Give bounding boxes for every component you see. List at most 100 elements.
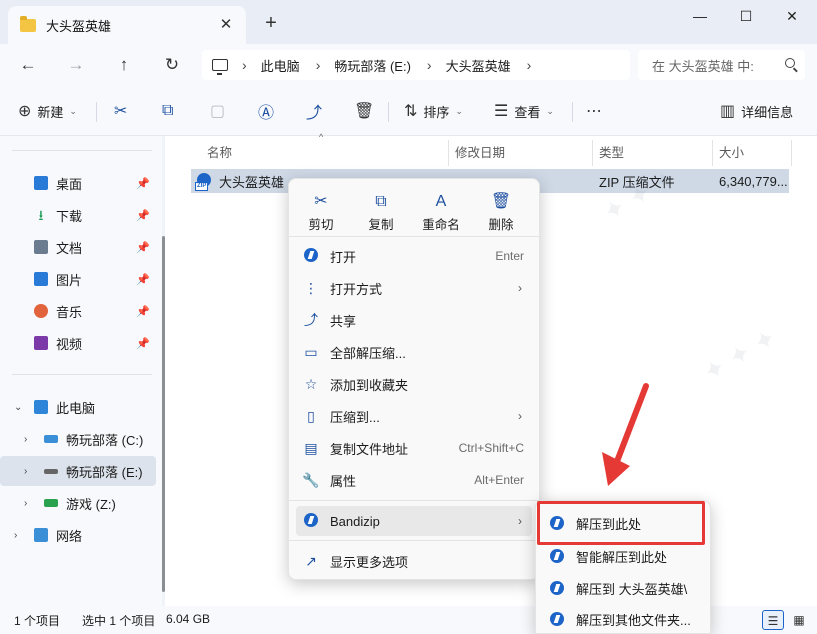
tab-active[interactable]: 大头盔英雄 ✕ bbox=[8, 6, 246, 44]
clipboard-icon: ▢ bbox=[210, 103, 226, 120]
back-button[interactable]: ← bbox=[14, 52, 42, 78]
sidebar-item-videos[interactable]: 视频 📌 bbox=[0, 328, 156, 358]
sidebar-divider bbox=[12, 374, 152, 375]
menu-item-show-more[interactable]: ↗ 显示更多选项 bbox=[296, 546, 532, 576]
sidebar-item-documents[interactable]: 文档 📌 bbox=[0, 232, 156, 262]
delete-action[interactable]: 🗑 删除 bbox=[474, 192, 528, 236]
address-bar[interactable]: › 此电脑 › 畅玩部落 (E:) › 大头盔英雄 › bbox=[202, 50, 630, 80]
menu-item-add-favorites[interactable]: ☆ 添加到收藏夹 bbox=[296, 369, 532, 399]
cut-label: 剪切 bbox=[308, 218, 334, 232]
chevron-right-icon[interactable]: › bbox=[24, 466, 27, 477]
forward-button[interactable]: → bbox=[62, 52, 90, 78]
more-options-button[interactable]: ⋯ bbox=[586, 98, 608, 124]
refresh-button[interactable]: ↻ bbox=[158, 52, 186, 78]
sidebar-item-drive-c[interactable]: › 畅玩部落 (C:) bbox=[0, 424, 156, 454]
delete-label: 删除 bbox=[488, 218, 514, 232]
cut-button[interactable]: ✂ bbox=[114, 98, 133, 124]
rename-action[interactable]: A 重命名 bbox=[414, 192, 468, 236]
sidebar-item-label: 桌面 bbox=[56, 176, 83, 192]
menu-item-open[interactable]: 打开 Enter bbox=[296, 241, 532, 271]
column-header-type[interactable]: 类型 bbox=[599, 140, 624, 166]
chevron-right-icon[interactable]: › bbox=[24, 434, 27, 445]
delete-button[interactable]: 🗑 bbox=[354, 98, 380, 124]
star-icon: ☆ bbox=[304, 375, 318, 392]
menu-item-extract-all[interactable]: ▭ 全部解压缩... bbox=[296, 337, 532, 367]
details-view-icon[interactable]: ☰ bbox=[762, 610, 784, 630]
menu-item-label: 打开 bbox=[330, 249, 357, 265]
sort-button[interactable]: ⇅ 排序 ⌄ bbox=[404, 98, 463, 124]
video-icon bbox=[34, 336, 48, 350]
cut-action[interactable]: ✂ 剪切 bbox=[294, 192, 348, 236]
minimize-button[interactable]: — bbox=[677, 5, 723, 27]
menu-item-share[interactable]: ⤴ 共享 bbox=[296, 305, 532, 335]
sidebar-item-label: 下载 bbox=[56, 208, 83, 224]
compress-icon: ▯ bbox=[307, 407, 315, 424]
menu-item-bandizip[interactable]: Bandizip › bbox=[296, 506, 532, 536]
sidebar-item-drive-z[interactable]: › 游戏 (Z:) bbox=[0, 488, 156, 518]
rename-button[interactable]: Ⓐ bbox=[258, 98, 280, 124]
details-pane-icon: ▥ bbox=[720, 103, 736, 120]
desktop-icon bbox=[34, 176, 48, 190]
new-tab-button[interactable]: + bbox=[260, 12, 282, 34]
chevron-right-icon[interactable]: › bbox=[24, 498, 27, 509]
shortcut-text: Enter bbox=[495, 249, 524, 263]
column-divider[interactable] bbox=[448, 140, 449, 166]
menu-item-copy-path[interactable]: ▤ 复制文件地址 Ctrl+Shift+C bbox=[296, 433, 532, 463]
annotation-arrow-icon bbox=[602, 383, 649, 486]
sidebar-item-this-pc[interactable]: ⌄ 此电脑 bbox=[0, 392, 156, 422]
breadcrumb-separator: › bbox=[426, 57, 432, 73]
breadcrumb-this-pc[interactable]: 此电脑 bbox=[261, 56, 300, 75]
column-divider[interactable] bbox=[791, 140, 792, 166]
tab-title: 大头盔英雄 bbox=[46, 18, 112, 34]
view-button[interactable]: ☰ 查看 ⌄ bbox=[494, 98, 554, 124]
menu-item-compress-to[interactable]: ▯ 压缩到... › bbox=[296, 401, 532, 431]
toolbar-divider bbox=[388, 102, 389, 122]
sidebar-item-network[interactable]: › 网络 bbox=[0, 520, 156, 550]
chevron-right-icon[interactable]: › bbox=[14, 530, 17, 541]
sidebar-item-drive-e[interactable]: › 畅玩部落 (E:) bbox=[0, 456, 156, 486]
menu-item-label: 打开方式 bbox=[330, 281, 383, 297]
title-bar: 大头盔英雄 ✕ + — ☐ ✕ bbox=[0, 0, 817, 44]
status-size: 6.04 GB bbox=[166, 612, 211, 626]
breadcrumb-separator: › bbox=[242, 57, 247, 73]
chevron-down-icon[interactable]: ⌄ bbox=[14, 402, 22, 413]
submenu-item-extract-other[interactable]: 解压到其他文件夹... bbox=[538, 604, 706, 634]
status-item-count: 1 个项目 bbox=[14, 614, 61, 628]
sidebar-item-desktop[interactable]: 桌面 📌 bbox=[0, 168, 156, 198]
column-header-modified[interactable]: 修改日期 bbox=[455, 140, 505, 166]
shortcut-text: Alt+Enter bbox=[474, 473, 524, 487]
sidebar-item-pictures[interactable]: 图片 📌 bbox=[0, 264, 156, 294]
up-button[interactable]: ↑ bbox=[110, 52, 138, 78]
details-button[interactable]: ▥ 详细信息 bbox=[720, 98, 793, 124]
sort-icon: ⇅ bbox=[404, 103, 418, 120]
sidebar-item-downloads[interactable]: ⭳ 下载 📌 bbox=[0, 200, 156, 230]
sidebar-item-label: 游戏 (Z:) bbox=[66, 496, 116, 512]
close-window-button[interactable]: ✕ bbox=[769, 5, 815, 27]
close-tab-icon[interactable]: ✕ bbox=[216, 15, 236, 35]
copy-button[interactable]: ⧉ bbox=[162, 98, 179, 124]
new-button[interactable]: ⊕ 新建 ⌄ bbox=[18, 98, 77, 124]
sidebar-item-music[interactable]: 音乐 📌 bbox=[0, 296, 156, 326]
submenu-item-smart-extract[interactable]: 智能解压到此处 bbox=[538, 541, 706, 571]
toolbar-divider bbox=[96, 102, 97, 122]
submenu-item-extract-to-folder[interactable]: 解压到 大头盔英雄\ bbox=[538, 573, 706, 603]
column-header-size[interactable]: 大小 bbox=[719, 140, 744, 166]
paste-button[interactable]: ▢ bbox=[210, 98, 231, 124]
share-icon: ⤴ bbox=[306, 105, 323, 122]
search-input[interactable]: 在 大头盔英雄 中: bbox=[638, 50, 805, 80]
bandizip-icon bbox=[302, 247, 320, 265]
breadcrumb-drive-e[interactable]: 畅玩部落 (E:) bbox=[334, 56, 411, 75]
copy-action[interactable]: ⧉ 复制 bbox=[354, 192, 408, 236]
tiles-view-icon[interactable]: ▦ bbox=[788, 610, 810, 630]
maximize-button[interactable]: ☐ bbox=[723, 5, 769, 27]
column-divider[interactable] bbox=[592, 140, 593, 166]
column-divider[interactable] bbox=[712, 140, 713, 166]
pictures-icon bbox=[34, 272, 48, 286]
breadcrumb-separator[interactable]: › bbox=[527, 57, 532, 73]
menu-item-open-with[interactable]: ⋮ 打开方式 › bbox=[296, 273, 532, 303]
monitor-icon bbox=[34, 400, 48, 414]
menu-item-properties[interactable]: 🔧 属性 Alt+Enter bbox=[296, 465, 532, 495]
share-button[interactable]: ⤴ bbox=[306, 98, 328, 124]
breadcrumb-folder[interactable]: 大头盔英雄 bbox=[446, 56, 511, 75]
column-header-name[interactable]: 名称 bbox=[207, 140, 232, 166]
